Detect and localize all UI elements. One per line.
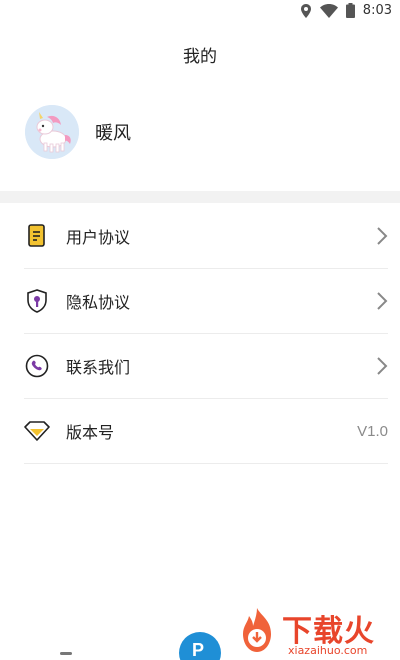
menu-label: 隐私协议 <box>66 295 131 312</box>
user-name: 暖风 <box>95 123 131 143</box>
settings-menu: 用户协议 隐私协议 联系我们 版本号 V1.0 <box>24 204 388 464</box>
wifi-icon <box>319 3 338 18</box>
diamond-icon <box>24 418 50 444</box>
watermark-logo: 下载火 xiazaihuo.com <box>234 604 400 660</box>
watermark-subtext: xiazaihuo.com <box>288 644 368 657</box>
battery-icon <box>345 3 355 18</box>
page-title: 我的 <box>183 47 217 66</box>
status-time: 8:03 <box>362 3 392 18</box>
menu-label: 联系我们 <box>66 360 131 377</box>
avatar[interactable] <box>25 105 79 159</box>
chevron-right-icon <box>377 292 388 310</box>
menu-item-contact-us[interactable]: 联系我们 <box>24 334 388 399</box>
version-value: V1.0 <box>357 422 388 440</box>
menu-item-version: 版本号 V1.0 <box>24 399 388 464</box>
unicorn-avatar-image <box>25 105 79 159</box>
menu-label: 版本号 <box>66 425 115 442</box>
document-icon <box>24 223 50 249</box>
profile-section[interactable]: 暖风 <box>25 105 131 159</box>
menu-item-user-agreement[interactable]: 用户协议 <box>24 204 388 269</box>
menu-label: 用户协议 <box>66 230 131 247</box>
tab-indicator <box>60 652 72 655</box>
center-tab-glyph: P <box>192 640 205 660</box>
chevron-right-icon <box>377 227 388 245</box>
status-bar: 8:03 <box>0 0 400 24</box>
chevron-right-icon <box>377 357 388 375</box>
section-divider <box>0 191 400 203</box>
status-icons: 8:03 <box>300 3 392 18</box>
location-icon <box>300 3 311 18</box>
menu-item-privacy-agreement[interactable]: 隐私协议 <box>24 269 388 334</box>
phone-icon <box>24 353 50 379</box>
shield-lock-icon <box>24 288 50 314</box>
flame-logo-icon <box>243 608 271 652</box>
